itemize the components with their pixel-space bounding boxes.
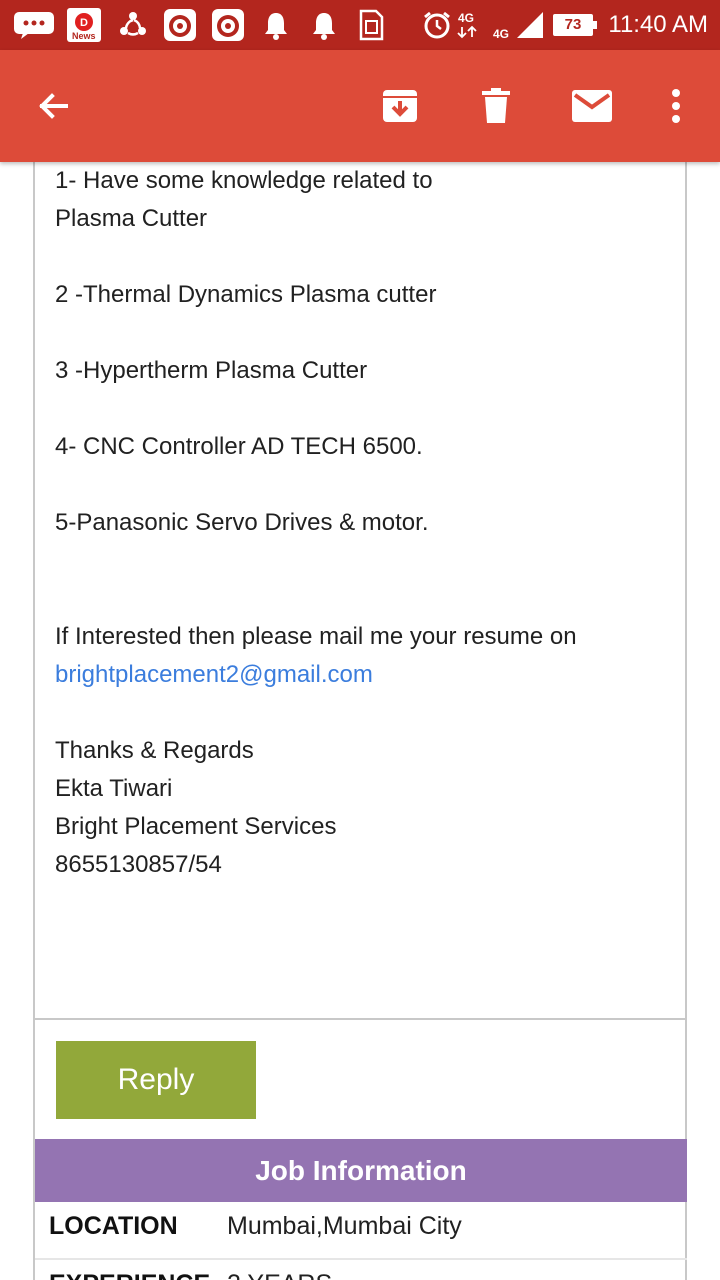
- app-bar: [0, 50, 720, 162]
- alarm-icon: [422, 8, 452, 42]
- job-info-value: Mumbai,Mumbai City: [227, 1212, 462, 1240]
- email-line: 5-Panasonic Servo Drives & motor.: [55, 509, 429, 536]
- job-info-row: LOCATION Mumbai,Mumbai City: [35, 1202, 687, 1258]
- back-arrow-icon[interactable]: [24, 76, 84, 136]
- more-vert-icon[interactable]: [646, 76, 706, 136]
- archive-icon[interactable]: [370, 76, 430, 136]
- email-line: 2 -Thermal Dynamics Plasma cutter: [55, 281, 437, 308]
- message-icon: [12, 8, 56, 42]
- job-info-key: EXPERIENCE: [49, 1270, 210, 1280]
- notification-bell-icon: [308, 8, 340, 42]
- signal-icon: 4G: [492, 8, 548, 42]
- aptitude-app-icon: [162, 8, 198, 42]
- network-label: 4G: [458, 11, 474, 25]
- reply-section: Reply Job Information LOCATION Mumbai,Mu…: [33, 1020, 687, 1280]
- mark-unread-icon[interactable]: [562, 76, 622, 136]
- email-link[interactable]: brightplacement2@gmail.com: [55, 656, 373, 694]
- sim-icon: [356, 8, 386, 42]
- svg-text:4G: 4G: [493, 27, 509, 40]
- job-info-key: LOCATION: [49, 1212, 178, 1240]
- share-icon: [116, 8, 150, 42]
- network-4g-icon: 4G: [456, 8, 488, 42]
- svg-text:D: D: [80, 17, 88, 29]
- email-line: Plasma Cutter: [55, 205, 208, 232]
- email-line: 3 -Hypertherm Plasma Cutter: [55, 357, 368, 384]
- status-bar: D News 4G 4G 73 11:40 AM: [0, 0, 720, 50]
- signature-company: Bright Placement Services: [55, 813, 337, 840]
- job-info-value: 2 YEARS: [227, 1270, 332, 1280]
- clock: 11:40 AM: [608, 11, 708, 38]
- signature-line: Thanks & Regards: [55, 737, 254, 764]
- delete-icon[interactable]: [466, 76, 526, 136]
- job-info-header: Job Information: [35, 1139, 687, 1202]
- notification-bell-icon: [260, 8, 292, 42]
- email-line: If Interested then please mail me your r…: [55, 623, 577, 650]
- email-line: 4- CNC Controller AD TECH 6500.: [55, 433, 423, 460]
- news-label: News: [72, 31, 96, 41]
- signature-phone: 8655130857/54: [55, 851, 222, 878]
- job-info-row: EXPERIENCE 2 YEARS: [35, 1260, 687, 1280]
- reply-button[interactable]: Reply: [56, 1041, 256, 1119]
- email-body: 1- Have some knowledge related to Plasma…: [33, 160, 687, 1020]
- aptitude-app-icon: [210, 8, 246, 42]
- signature-name: Ekta Tiwari: [55, 775, 173, 802]
- email-line: 1- Have some knowledge related to: [55, 167, 433, 194]
- battery-icon: 73: [553, 14, 597, 36]
